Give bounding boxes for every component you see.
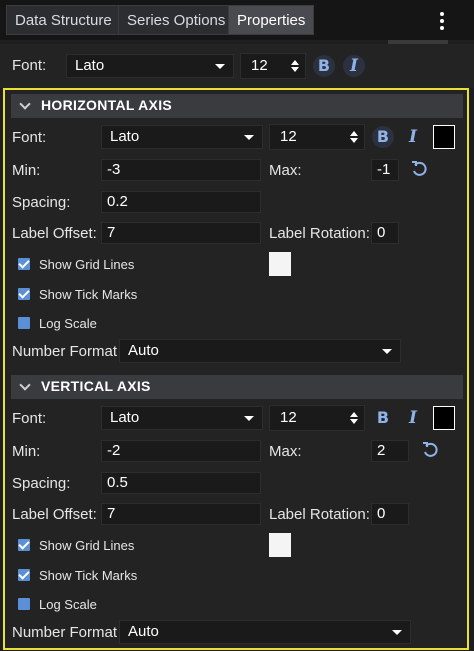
reset-icon[interactable] [410,160,428,178]
h-font-color-swatch[interactable] [433,125,455,149]
stepper-up-icon[interactable] [350,131,358,136]
v-font-label: Font: [12,410,47,427]
h-grid-lines-checkbox[interactable] [18,258,30,270]
font-select-value: Lato [75,57,105,74]
tab-data-structure[interactable]: Data Structure [6,5,121,35]
h-label-rotation-label: Label Rotation: [269,225,370,242]
v-bold-button[interactable]: B [372,407,394,429]
chevron-down-icon [19,98,31,110]
tab-bar: Data Structure Series Options Properties [0,0,474,40]
h-bold-button[interactable]: B [372,126,394,148]
more-options-icon[interactable] [434,10,450,32]
v-spacing-input[interactable]: 0.5 [101,472,261,494]
v-font-color-swatch[interactable] [433,406,455,430]
font-size-stepper[interactable]: 12 [240,53,306,79]
h-label-offset-label: Label Offset: [12,225,97,242]
h-max-input[interactable]: -1 [371,159,399,181]
h-grid-lines-label: Show Grid Lines [39,257,135,272]
chevron-down-icon [392,630,402,635]
v-log-scale-label: Log Scale [39,597,97,612]
reset-icon[interactable] [421,441,439,459]
h-spacing-input[interactable]: 0.2 [101,191,261,213]
v-number-format-select[interactable]: Auto [119,620,411,644]
v-number-format-label: Number Format : [12,624,126,641]
h-max-label: Max: [269,162,302,179]
h-log-scale-label: Log Scale [39,316,97,331]
h-tick-marks-checkbox[interactable] [18,288,30,300]
v-font-value: Lato [110,409,140,426]
h-font-select[interactable]: Lato [101,125,263,149]
h-number-format-select[interactable]: Auto [119,339,401,363]
v-tick-marks-label: Show Tick Marks [39,568,138,583]
font-size-value: 12 [251,57,268,74]
stepper-up-icon[interactable] [350,412,358,417]
h-tick-marks-label: Show Tick Marks [39,287,138,302]
h-font-label: Font: [12,129,47,146]
h-number-format-label: Number Format : [12,343,126,360]
h-font-size-stepper[interactable]: 12 [269,124,365,150]
h-label-offset-input[interactable]: 7 [101,222,261,244]
h-min-label: Min: [12,162,41,179]
italic-button[interactable]: I [343,55,365,77]
v-spacing-label: Spacing: [12,475,71,492]
horizontal-axis-title: HORIZONTAL AXIS [41,97,173,113]
h-grid-color-swatch[interactable] [269,252,291,276]
h-font-value: Lato [110,128,140,145]
v-tick-marks-checkbox[interactable] [18,569,30,581]
v-font-select[interactable]: Lato [101,406,263,430]
chevron-down-icon [382,349,392,354]
h-log-scale-checkbox[interactable] [18,317,30,329]
stepper-down-icon[interactable] [291,67,299,72]
h-min-input[interactable]: -3 [101,159,261,181]
font-select[interactable]: Lato [66,54,234,78]
horizontal-axis-header[interactable]: HORIZONTAL AXIS [11,94,463,118]
v-grid-lines-label: Show Grid Lines [39,538,135,553]
v-italic-button[interactable]: I [402,407,424,429]
v-font-size-stepper[interactable]: 12 [269,405,365,431]
tab-series-options[interactable]: Series Options [118,5,235,35]
bold-button[interactable]: B [313,55,335,77]
v-log-scale-checkbox[interactable] [18,598,30,610]
v-min-label: Min: [12,443,41,460]
tab-properties[interactable]: Properties [228,5,315,35]
h-label-rotation-input[interactable]: 0 [371,222,399,244]
h-number-format-value: Auto [128,342,159,359]
chevron-down-icon [244,416,254,421]
vertical-axis-header[interactable]: VERTICAL AXIS [11,375,463,399]
v-label-offset-input[interactable]: 7 [101,503,261,525]
stepper-down-icon[interactable] [350,419,358,424]
v-label-rotation-input[interactable]: 0 [371,503,409,525]
v-grid-color-swatch[interactable] [269,533,291,557]
h-spacing-label: Spacing: [12,194,71,211]
vertical-axis-title: VERTICAL AXIS [41,378,151,394]
v-font-size-value: 12 [280,409,297,426]
v-label-rotation-label: Label Rotation: [269,506,370,523]
v-grid-lines-checkbox[interactable] [18,539,30,551]
chart-font-row: Font: Lato 12 B I [0,44,474,88]
h-font-size-value: 12 [280,128,297,145]
v-min-input[interactable]: -2 [101,440,261,462]
chevron-down-icon [215,64,225,69]
v-max-input[interactable]: 2 [371,440,409,462]
font-label: Font: [12,57,47,74]
chevron-down-icon [244,135,254,140]
h-italic-button[interactable]: I [402,126,424,148]
v-max-label: Max: [269,443,302,460]
stepper-up-icon[interactable] [291,60,299,65]
axis-properties-panel: HORIZONTAL AXIS Font: Lato 12 B I Min: -… [3,88,469,650]
chevron-down-icon [19,379,31,391]
v-label-offset-label: Label Offset: [12,506,97,523]
v-number-format-value: Auto [128,623,159,640]
stepper-down-icon[interactable] [350,138,358,143]
